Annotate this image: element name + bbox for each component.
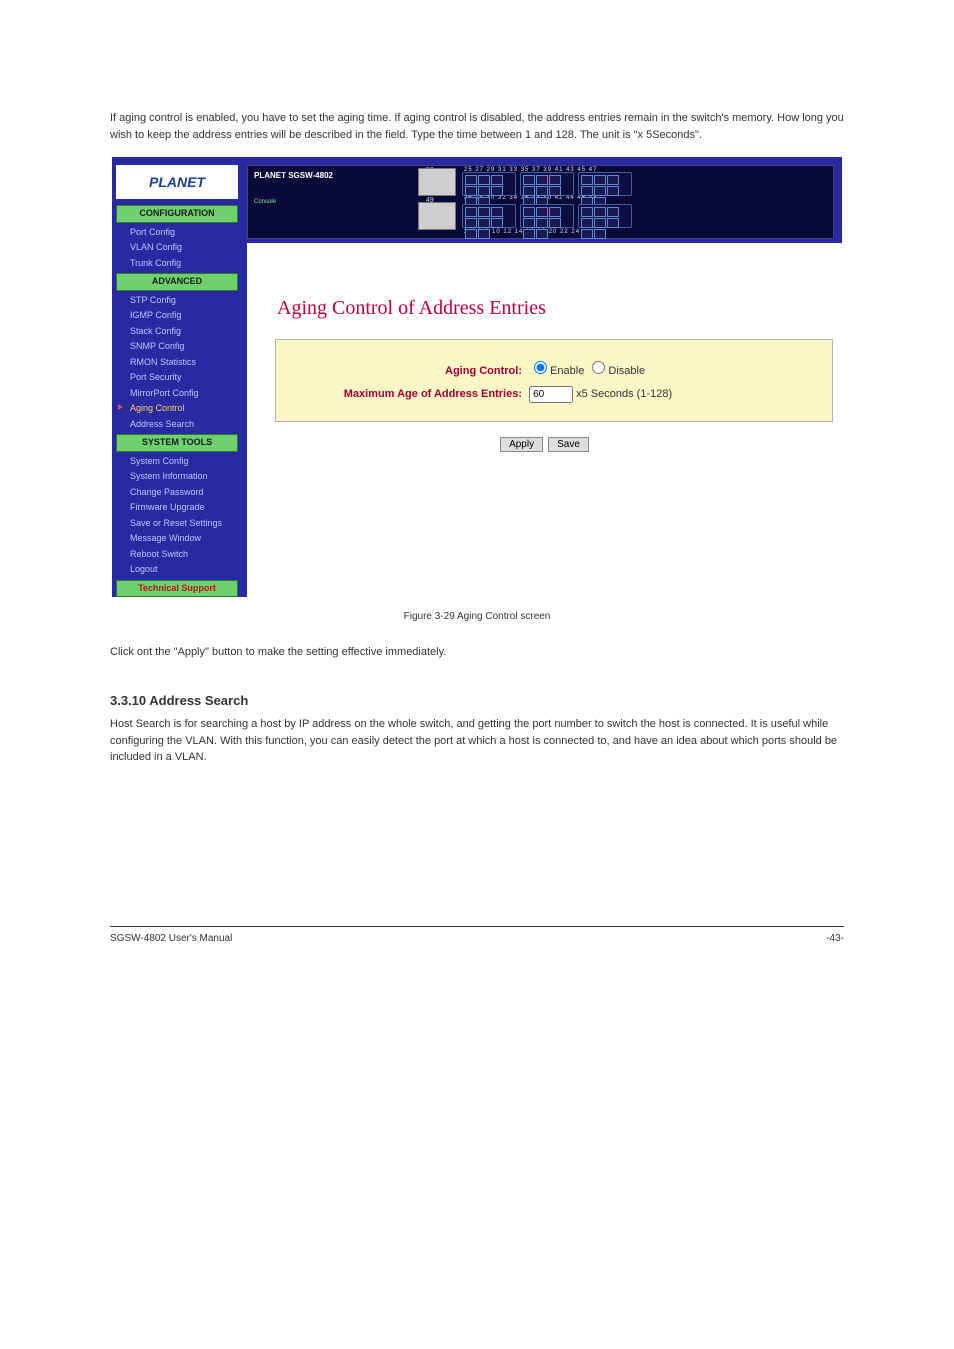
page-title: Aging Control of Address Entries xyxy=(277,293,816,323)
device-front-panel: PLANET SGSW-4802 Console 50 49 25 27 29 … xyxy=(247,165,834,239)
sidebar-item[interactable]: Save or Reset Settings xyxy=(112,516,242,532)
technical-support-button[interactable]: Technical Support xyxy=(116,580,238,598)
sidebar-item[interactable]: RMON Statistics xyxy=(112,355,242,371)
footer-right: -43- xyxy=(826,931,844,946)
sidebar-item[interactable]: Reboot Switch xyxy=(112,547,242,563)
sidebar-item[interactable]: System Config xyxy=(112,454,242,470)
sidebar-item[interactable]: Logout xyxy=(112,562,242,578)
aging-form: Aging Control: Enable Disable Maximum Ag… xyxy=(275,339,833,422)
screenshot-figure: PLANET CONFIGURATION Port Config VLAN Co… xyxy=(112,157,842,597)
enable-text: Enable xyxy=(550,365,584,377)
disable-radio[interactable] xyxy=(592,361,605,374)
expansion-slot-50 xyxy=(418,168,456,196)
disable-option[interactable]: Disable xyxy=(587,365,645,377)
sidebar-item[interactable]: Stack Config xyxy=(112,324,242,340)
intro-paragraph: If aging control is enabled, you have to… xyxy=(110,110,844,143)
port-block xyxy=(520,172,574,196)
figure-caption: Figure 3-29 Aging Control screen xyxy=(110,609,844,624)
enable-option[interactable]: Enable xyxy=(529,365,584,377)
disable-text: Disable xyxy=(608,365,645,377)
content-panel: Aging Control of Address Entries Aging C… xyxy=(247,243,842,597)
port-block xyxy=(520,204,574,228)
device-model: PLANET SGSW-4802 xyxy=(254,170,333,182)
section-3-3-10-body: Host Search is for searching a host by I… xyxy=(110,716,844,766)
sidebar-item[interactable]: Address Search xyxy=(112,417,242,433)
sidebar-item[interactable]: IGMP Config xyxy=(112,308,242,324)
sidebar-item[interactable]: STP Config xyxy=(112,293,242,309)
enable-radio[interactable] xyxy=(534,361,547,374)
nav-sidebar: PLANET CONFIGURATION Port Config VLAN Co… xyxy=(112,157,242,597)
section-3-3-10-heading: 3.3.10 Address Search xyxy=(110,691,844,711)
outro-paragraph: Click ont the "Apply" button to make the… xyxy=(110,644,844,661)
port-block xyxy=(578,204,632,228)
save-button[interactable]: Save xyxy=(548,437,589,452)
sidebar-item[interactable]: SNMP Config xyxy=(112,339,242,355)
section-advanced: ADVANCED xyxy=(116,273,238,291)
port-block xyxy=(578,172,632,196)
apply-button[interactable]: Apply xyxy=(500,437,543,452)
footer-rule xyxy=(110,926,844,927)
section-system-tools: SYSTEM TOOLS xyxy=(116,434,238,452)
section-configuration: CONFIGURATION xyxy=(116,205,238,223)
port-block xyxy=(462,204,516,228)
footer-left: SGSW-4802 User's Manual xyxy=(110,931,232,946)
port-block xyxy=(462,172,516,196)
sidebar-item[interactable]: Message Window xyxy=(112,531,242,547)
sidebar-item[interactable]: Change Password xyxy=(112,485,242,501)
sidebar-item[interactable]: MirrorPort Config xyxy=(112,386,242,402)
max-age-input[interactable] xyxy=(529,386,573,403)
console-label: Console xyxy=(254,198,276,207)
sidebar-item[interactable]: Port Config xyxy=(112,225,242,241)
expansion-slot-49 xyxy=(418,202,456,230)
sidebar-item[interactable]: System Information xyxy=(112,469,242,485)
max-age-suffix: x5 Seconds (1-128) xyxy=(576,388,672,400)
sidebar-item-aging-control[interactable]: Aging Control xyxy=(112,401,242,417)
planet-logo: PLANET xyxy=(116,165,238,199)
sidebar-item[interactable]: Trunk Config xyxy=(112,256,242,272)
aging-control-label: Aging Control: xyxy=(304,363,526,380)
sidebar-item[interactable]: VLAN Config xyxy=(112,240,242,256)
max-age-label: Maximum Age of Address Entries: xyxy=(304,386,526,403)
sidebar-item[interactable]: Port Security xyxy=(112,370,242,386)
sidebar-item[interactable]: Firmware Upgrade xyxy=(112,500,242,516)
